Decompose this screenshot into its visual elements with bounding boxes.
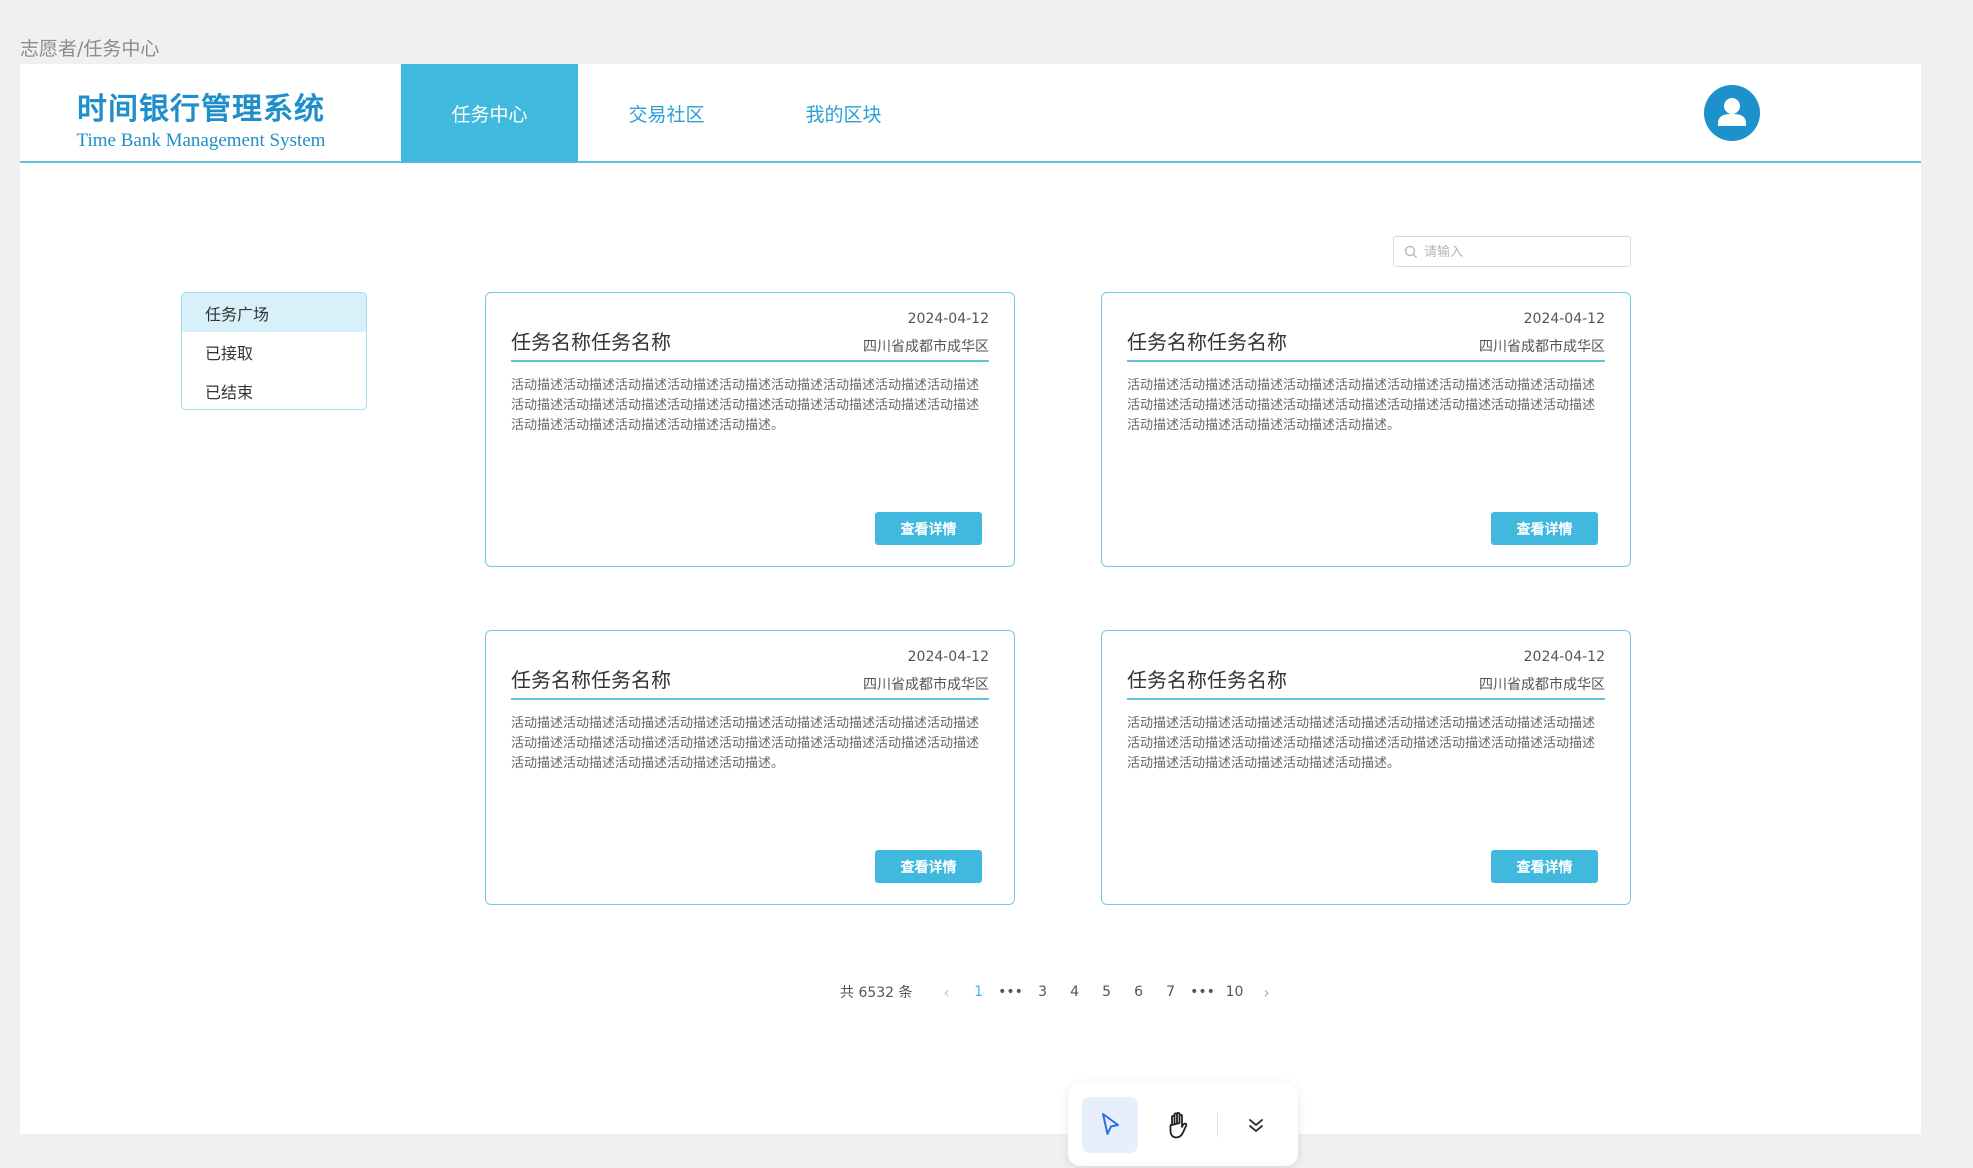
floating-toolbar [1068,1083,1298,1166]
task-description: 活动描述活动描述活动描述活动描述活动描述活动描述活动描述活动描述活动描述活动描述… [1127,378,1596,433]
task-location: 四川省成都市成华区 [1479,677,1605,693]
card-divider [511,360,989,362]
task-title: 任务名称任务名称 [1127,330,1287,354]
collapse-toolbar-button[interactable] [1228,1097,1284,1153]
pagination: 共 6532 条 ‹ 1 ••• 3 4 5 6 7 ••• 10 › [840,978,1283,1006]
task-title: 任务名称任务名称 [511,668,671,692]
page-button[interactable]: 1 [963,978,995,1006]
page-ellipsis[interactable]: ••• [995,978,1027,1006]
page-button[interactable]: 10 [1219,978,1251,1006]
logo-title-cn: 时间银行管理系统 [77,92,325,127]
task-date: 2024-04-12 [907,649,989,665]
task-card: 任务名称任务名称 2024-04-12 四川省成都市成华区 活动描述活动描述活动… [1101,630,1631,905]
main-nav: 任务中心 交易社区 我的区块 [401,64,932,162]
page-button[interactable]: 3 [1027,978,1059,1006]
nav-tab-trade-community[interactable]: 交易社区 [578,64,755,162]
page-button[interactable]: 5 [1091,978,1123,1006]
header: 时间银行管理系统 Time Bank Management System 任务中… [20,64,1921,163]
task-description: 活动描述活动描述活动描述活动描述活动描述活动描述活动描述活动描述活动描述活动描述… [511,716,980,771]
app-frame: 时间银行管理系统 Time Bank Management System 任务中… [20,64,1921,1134]
card-divider [511,698,989,700]
card-divider [1127,360,1605,362]
task-location: 四川省成都市成华区 [1479,339,1605,355]
task-title: 任务名称任务名称 [1127,668,1287,692]
search-icon [1404,245,1417,258]
task-location: 四川省成都市成华区 [863,677,989,693]
next-page-button[interactable]: › [1251,978,1283,1006]
card-divider [1127,698,1605,700]
page-button[interactable]: 6 [1123,978,1155,1006]
view-details-button[interactable]: 查看详情 [875,850,982,883]
pointer-tool-button[interactable] [1082,1097,1138,1153]
task-title: 任务名称任务名称 [511,330,671,354]
nav-tab-task-center[interactable]: 任务中心 [401,64,578,162]
pointer-icon [1102,1113,1119,1135]
task-date: 2024-04-12 [1523,649,1605,665]
task-card: 任务名称任务名称 2024-04-12 四川省成都市成华区 活动描述活动描述活动… [485,292,1015,567]
search-box [1393,236,1631,267]
hand-icon [1169,1111,1188,1139]
prev-page-button[interactable]: ‹ [931,978,963,1006]
pagination-total: 共 6532 条 [840,985,913,1001]
user-avatar[interactable] [1704,85,1760,141]
toolbar-divider [1217,1113,1218,1137]
task-card: 任务名称任务名称 2024-04-12 四川省成都市成华区 活动描述活动描述活动… [1101,292,1631,567]
page-button[interactable]: 7 [1155,978,1187,1006]
search-input[interactable] [1424,241,1624,263]
nav-tab-my-block[interactable]: 我的区块 [755,64,932,162]
task-description: 活动描述活动描述活动描述活动描述活动描述活动描述活动描述活动描述活动描述活动描述… [1127,716,1596,771]
logo-title-en: Time Bank Management System [76,130,326,151]
side-menu: 任务广场 已接取 已结束 [181,292,367,410]
task-card: 任务名称任务名称 2024-04-12 四川省成都市成华区 活动描述活动描述活动… [485,630,1015,905]
task-location: 四川省成都市成华区 [863,339,989,355]
view-details-button[interactable]: 查看详情 [1491,850,1598,883]
view-details-button[interactable]: 查看详情 [1491,512,1598,545]
task-description: 活动描述活动描述活动描述活动描述活动描述活动描述活动描述活动描述活动描述活动描述… [511,378,980,433]
page-button[interactable]: 4 [1059,978,1091,1006]
user-icon [1718,98,1746,126]
side-menu-item-finished[interactable]: 已结束 [182,371,366,409]
task-date: 2024-04-12 [1523,311,1605,327]
task-date: 2024-04-12 [907,311,989,327]
double-chevron-down-icon [1249,1119,1263,1132]
logo: 时间银行管理系统 Time Bank Management System [51,84,351,152]
breadcrumb: 志愿者/任务中心 [20,38,160,60]
side-menu-item-task-square[interactable]: 任务广场 [182,293,366,332]
side-menu-item-accepted[interactable]: 已接取 [182,332,366,371]
view-details-button[interactable]: 查看详情 [875,512,982,545]
page-ellipsis[interactable]: ••• [1187,978,1219,1006]
hand-tool-button[interactable] [1151,1097,1207,1153]
